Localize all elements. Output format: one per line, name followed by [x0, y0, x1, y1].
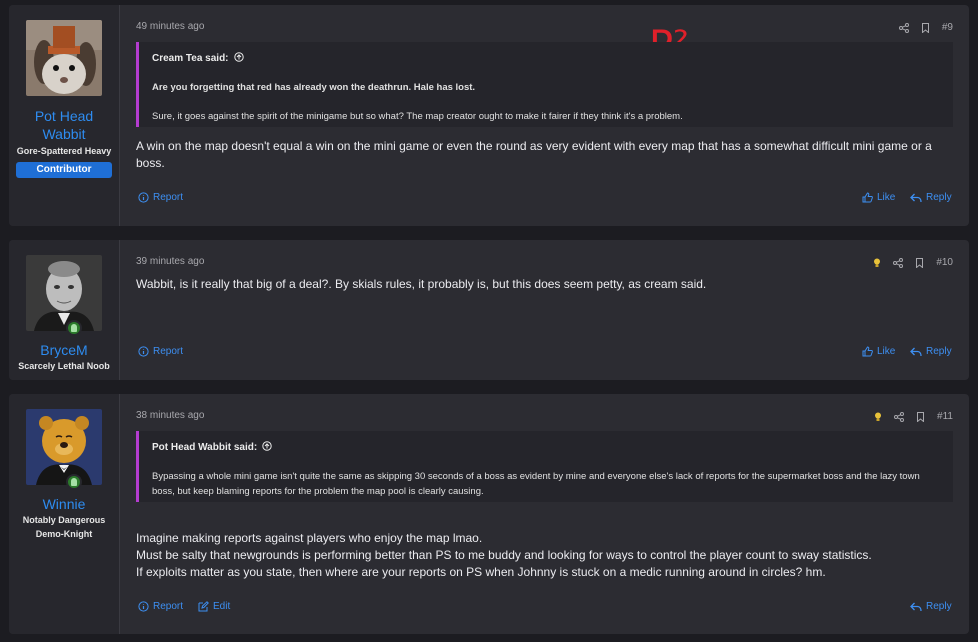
quote-text-line: Are you forgetting that red has already … — [152, 82, 476, 93]
quote-author[interactable]: Pot Head Wabbit said: — [152, 441, 272, 454]
share-icon[interactable] — [893, 257, 904, 268]
arrow-up-circle-icon[interactable] — [233, 52, 244, 65]
user-info: Pot Head Wabbit Gore-Spattered Heavy Con… — [9, 5, 120, 226]
username[interactable]: Pot Head Wabbit — [24, 107, 104, 143]
thumbs-up-icon — [862, 192, 873, 203]
info-icon — [138, 346, 149, 357]
user-title: Scarcely Lethal Noob — [18, 361, 110, 371]
quote-author[interactable]: Cream Tea said: — [152, 52, 244, 65]
user-title: Notably Dangerous — [22, 515, 106, 525]
lightbulb-icon[interactable] — [874, 412, 882, 422]
reply-button[interactable]: Reply — [910, 192, 952, 203]
user-title: Gore-Spattered Heavy — [16, 146, 112, 156]
post-timestamp[interactable]: 39 minutes ago — [136, 256, 204, 267]
report-button[interactable]: Report — [138, 601, 183, 612]
user-title: Demo-Knight — [35, 529, 93, 539]
bookmark-icon[interactable] — [921, 22, 930, 33]
user-info: Winnie Notably Dangerous Demo-Knight — [9, 394, 120, 634]
post-11: Winnie Notably Dangerous Demo-Knight 38 … — [9, 394, 969, 634]
post-number[interactable]: #9 — [942, 22, 953, 33]
post-number[interactable]: #11 — [937, 411, 953, 422]
user-info: BryceM Scarcely Lethal Noob — [9, 240, 120, 380]
share-icon[interactable] — [894, 411, 905, 422]
edit-icon — [198, 601, 209, 612]
arrow-up-circle-icon[interactable] — [262, 441, 272, 454]
like-button[interactable]: Like — [862, 346, 895, 357]
info-icon — [138, 192, 149, 203]
like-button[interactable]: Like — [862, 192, 895, 203]
post-timestamp[interactable]: 49 minutes ago — [136, 21, 204, 32]
reply-icon — [910, 347, 922, 357]
post-body: A win on the map doesn't equal a win on … — [136, 139, 932, 170]
avatar[interactable] — [26, 409, 102, 485]
quote-text-line: Sure, it goes against the spirit of the … — [152, 111, 683, 122]
edit-button[interactable]: Edit — [198, 601, 230, 612]
post-body-line: If exploits matter as you state, then wh… — [136, 565, 826, 579]
reply-button[interactable]: Reply — [910, 601, 952, 612]
post-body: Wabbit, is it really that big of a deal?… — [136, 277, 707, 291]
post-tools: #10 — [873, 257, 953, 268]
post-10: BryceM Scarcely Lethal Noob 39 minutes a… — [9, 240, 969, 380]
post-number[interactable]: #10 — [936, 257, 953, 268]
quote-text: Bypassing a whole mini game isn't quite … — [152, 471, 920, 497]
quote-block: Cream Tea said: Are you forgetting that … — [136, 42, 953, 127]
report-button[interactable]: Report — [138, 192, 183, 203]
username[interactable]: BryceM — [9, 341, 119, 359]
post-tools: #11 — [874, 411, 953, 422]
lightbulb-icon[interactable] — [873, 258, 881, 268]
reply-icon — [910, 193, 922, 203]
bookmark-icon[interactable] — [916, 411, 925, 422]
reply-button[interactable]: Reply — [910, 346, 952, 357]
thumbs-up-icon — [862, 346, 873, 357]
quote-block: Pot Head Wabbit said: Bypassing a whole … — [136, 431, 953, 502]
online-status-icon — [66, 474, 82, 490]
post-tools: #9 — [898, 22, 953, 33]
post-timestamp[interactable]: 38 minutes ago — [136, 410, 204, 421]
post-body-line: Must be salty that newgrounds is perform… — [136, 548, 872, 562]
avatar[interactable] — [26, 20, 102, 96]
bookmark-icon[interactable] — [915, 257, 924, 268]
reply-icon — [910, 602, 922, 612]
user-badge: Contributor — [16, 162, 112, 178]
share-icon[interactable] — [898, 22, 909, 33]
avatar[interactable] — [26, 255, 102, 331]
online-status-icon — [66, 320, 82, 336]
report-button[interactable]: Report — [138, 346, 183, 357]
username[interactable]: Winnie — [9, 495, 119, 513]
post-9: Pot Head Wabbit Gore-Spattered Heavy Con… — [9, 5, 969, 226]
info-icon — [138, 601, 149, 612]
post-body-line: Imagine making reports against players w… — [136, 531, 483, 545]
